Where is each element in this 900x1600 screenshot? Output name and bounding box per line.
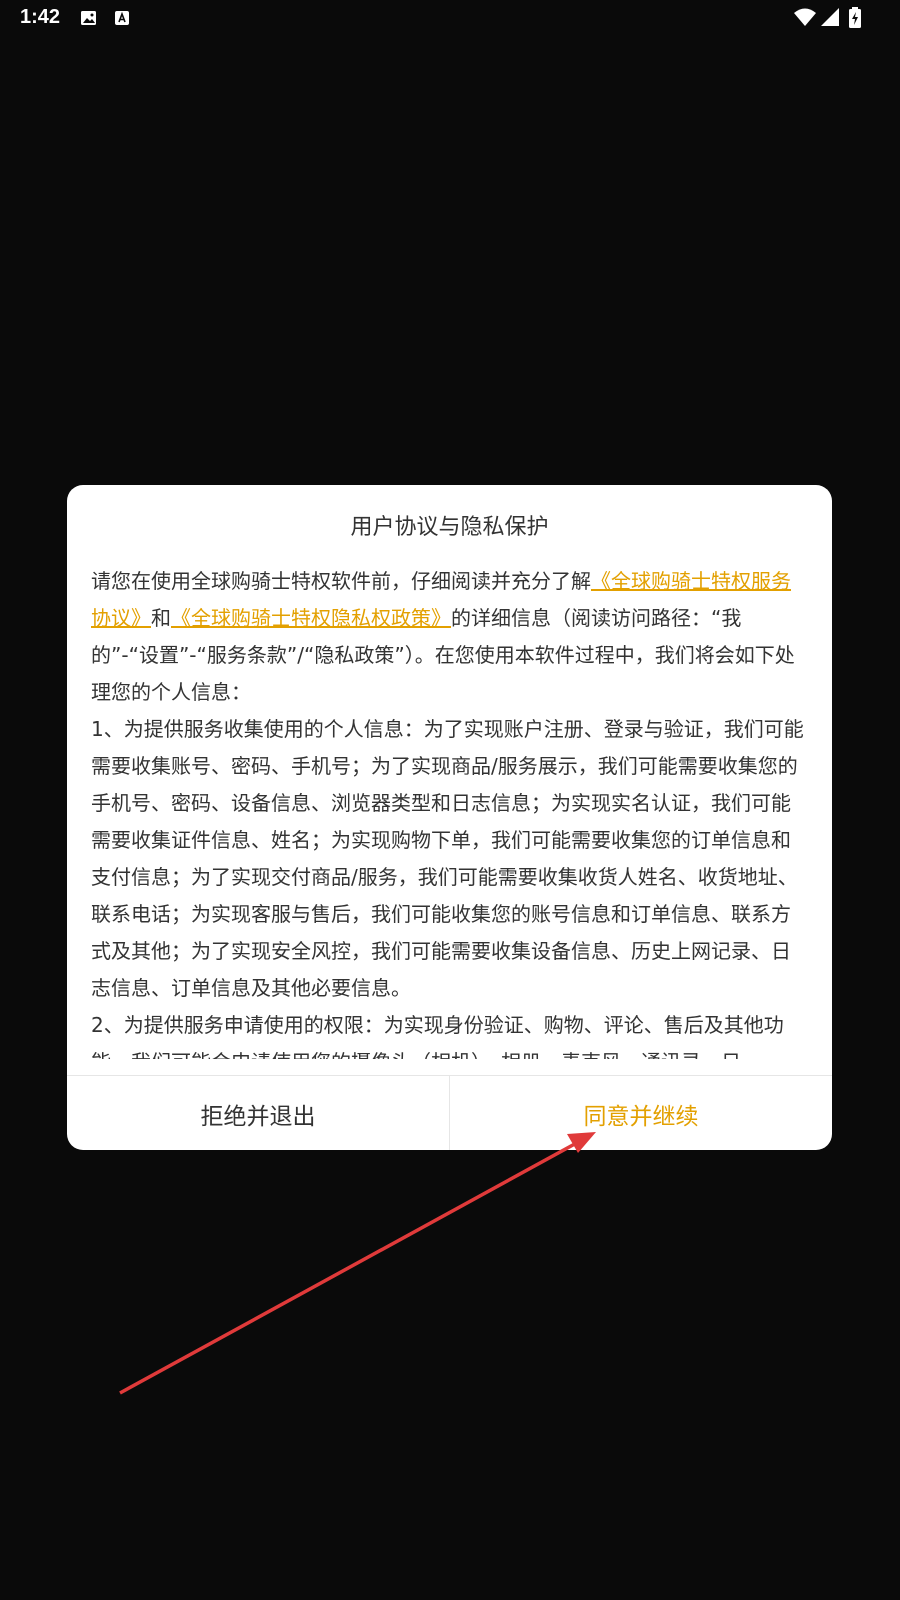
- battery-charging-icon: [848, 7, 862, 34]
- intro-paragraph: 请您在使用全球购骑士特权软件前，仔细阅读并充分了解《全球购骑士特权服务协议》和《…: [91, 563, 809, 711]
- privacy-policy-link[interactable]: 《全球购骑士特权隐私权政策》: [171, 606, 451, 630]
- dialog-button-bar: 拒绝并退出 同意并继续: [67, 1075, 832, 1150]
- info-collection-paragraph: 1、为提供服务收集使用的个人信息：为了实现账户注册、登录与验证，我们可能需要收集…: [91, 717, 804, 1000]
- wifi-icon: [793, 7, 817, 32]
- intro-text-2: 和: [151, 606, 171, 630]
- status-time: 1:42: [20, 6, 61, 28]
- a-badge-icon: [114, 9, 130, 32]
- permissions-paragraph: 2、为提供服务申请使用的权限：为实现身份验证、购物、评论、售后及其他功能，我们可…: [91, 1013, 784, 1059]
- status-bar: 1:42: [0, 0, 900, 36]
- reject-exit-button[interactable]: 拒绝并退出: [67, 1076, 450, 1150]
- image-icon: [80, 9, 98, 32]
- arrow-line: [119, 1138, 583, 1395]
- signal-icon: [820, 7, 840, 32]
- dialog-content[interactable]: 请您在使用全球购骑士特权软件前，仔细阅读并充分了解《全球购骑士特权服务协议》和《…: [91, 563, 809, 1059]
- privacy-dialog: 用户协议与隐私保护 请您在使用全球购骑士特权软件前，仔细阅读并充分了解《全球购骑…: [67, 485, 832, 1150]
- agree-continue-button[interactable]: 同意并继续: [450, 1076, 832, 1150]
- dialog-title: 用户协议与隐私保护: [350, 515, 549, 540]
- intro-text-1: 请您在使用全球购骑士特权软件前，仔细阅读并充分了解: [91, 569, 591, 593]
